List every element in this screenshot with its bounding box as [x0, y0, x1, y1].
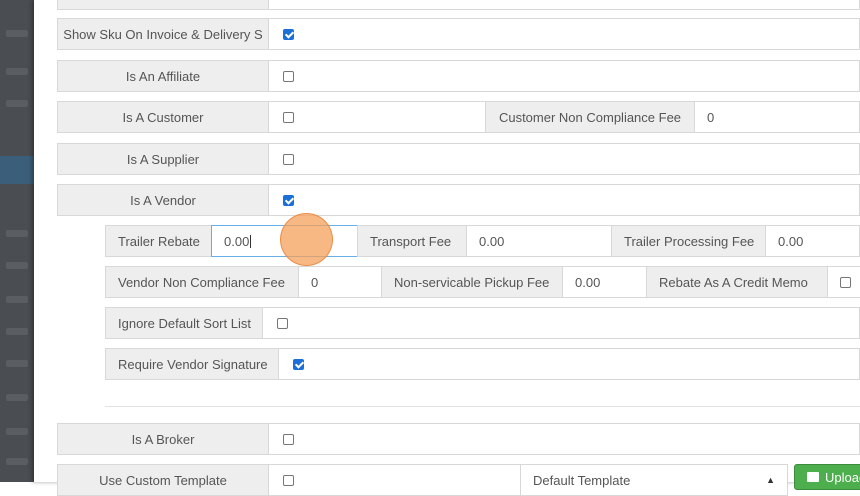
show-sku-label: Show Sku On Invoice & Delivery S — [57, 18, 269, 50]
vendor-fee-label: Vendor Non Compliance Fee — [105, 266, 299, 298]
form-row-vendor-compliance: Vendor Non Compliance Fee 0 Non-servicab… — [105, 266, 860, 298]
trailer-processing-fee-input[interactable]: 0.00 — [765, 225, 860, 257]
form-row-show-sku: Show Sku On Invoice & Delivery S — [57, 18, 860, 50]
custom-template-checkbox[interactable] — [283, 474, 294, 486]
form-row-custom-template: Use Custom Template Default Template ▲ — [57, 464, 860, 496]
section-divider — [105, 406, 860, 407]
nav-placeholder — [6, 100, 28, 107]
form-row-broker: Is A Broker — [57, 423, 860, 455]
upload-button-label: Upload — [825, 469, 860, 485]
supplier-label: Is A Supplier — [57, 143, 269, 175]
nav-active-item — [0, 156, 34, 184]
require-signature-label: Require Vendor Signature — [105, 348, 279, 380]
show-sku-cell — [268, 18, 860, 50]
pickup-fee-input[interactable]: 0.00 — [562, 266, 647, 298]
upload-button[interactable]: Upload — [794, 464, 860, 490]
transport-fee-label: Transport Fee — [357, 225, 467, 257]
ignore-sort-checkbox[interactable] — [277, 317, 288, 329]
template-select-value: Default Template — [533, 472, 631, 488]
nav-placeholder — [6, 68, 28, 75]
nav-placeholder — [6, 428, 28, 435]
require-signature-cell — [278, 348, 860, 380]
vendor-label: Is A Vendor — [57, 184, 269, 216]
trailer-processing-fee-label: Trailer Processing Fee — [611, 225, 766, 257]
caret-icon: ▲ — [766, 475, 775, 485]
nav-placeholder — [6, 328, 28, 335]
vendor-fee-input[interactable]: 0 — [298, 266, 382, 298]
vendor-cell — [268, 184, 860, 216]
vendor-form-panel: Show Sku On Invoice & Delivery S Is An A… — [34, 0, 860, 496]
custom-template-label: Use Custom Template — [57, 464, 269, 496]
vendor-checkbox[interactable] — [283, 194, 294, 206]
form-row-customer: Is A Customer Customer Non Compliance Fe… — [57, 101, 860, 133]
form-row-vendor-fees: Trailer Rebate 0.00 Transport Fee 0.00 T… — [105, 225, 860, 257]
nav-placeholder — [6, 296, 28, 303]
field-input-partial[interactable] — [268, 0, 860, 10]
affiliate-cell — [268, 60, 860, 92]
customer-checkbox[interactable] — [283, 111, 294, 123]
supplier-cell — [268, 143, 860, 175]
pickup-fee-label: Non-servicable Pickup Fee — [381, 266, 563, 298]
custom-template-cell — [268, 464, 521, 496]
field-label-partial — [57, 0, 269, 10]
form-row-supplier: Is A Supplier — [57, 143, 860, 175]
require-signature-checkbox[interactable] — [293, 358, 304, 370]
ignore-sort-label: Ignore Default Sort List — [105, 307, 263, 339]
nav-placeholder — [6, 360, 28, 367]
rebate-credit-memo-cell — [827, 266, 860, 298]
broker-cell — [268, 423, 860, 455]
broker-label: Is A Broker — [57, 423, 269, 455]
form-row-require-signature: Require Vendor Signature — [105, 348, 860, 380]
background-sidebar — [0, 0, 34, 482]
text-caret — [250, 234, 252, 248]
broker-checkbox[interactable] — [283, 433, 294, 445]
nav-placeholder — [6, 394, 28, 401]
supplier-checkbox[interactable] — [283, 153, 294, 165]
form-row-partial — [57, 0, 860, 10]
trailer-rebate-label: Trailer Rebate — [105, 225, 212, 257]
customer-cell — [268, 101, 486, 133]
affiliate-label: Is An Affiliate — [57, 60, 269, 92]
rebate-credit-memo-label: Rebate As A Credit Memo — [646, 266, 828, 298]
nav-placeholder — [6, 262, 28, 269]
customer-label: Is A Customer — [57, 101, 269, 133]
form-row-affiliate: Is An Affiliate — [57, 60, 860, 92]
affiliate-checkbox[interactable] — [283, 70, 294, 82]
ignore-sort-cell — [262, 307, 860, 339]
form-row-ignore-sort: Ignore Default Sort List — [105, 307, 860, 339]
form-row-vendor: Is A Vendor — [57, 184, 860, 216]
template-select[interactable]: Default Template ▲ — [520, 464, 788, 496]
nav-placeholder — [6, 30, 28, 37]
nav-placeholder — [6, 458, 28, 465]
customer-fee-label: Customer Non Compliance Fee — [485, 101, 695, 133]
transport-fee-input[interactable]: 0.00 — [466, 225, 612, 257]
show-sku-checkbox[interactable] — [283, 28, 294, 40]
nav-placeholder — [6, 230, 28, 237]
image-icon — [807, 472, 819, 482]
rebate-credit-memo-checkbox[interactable] — [840, 276, 851, 288]
trailer-rebate-value: 0.00 — [224, 233, 250, 249]
customer-fee-input[interactable]: 0 — [694, 101, 860, 133]
click-indicator — [280, 213, 333, 266]
